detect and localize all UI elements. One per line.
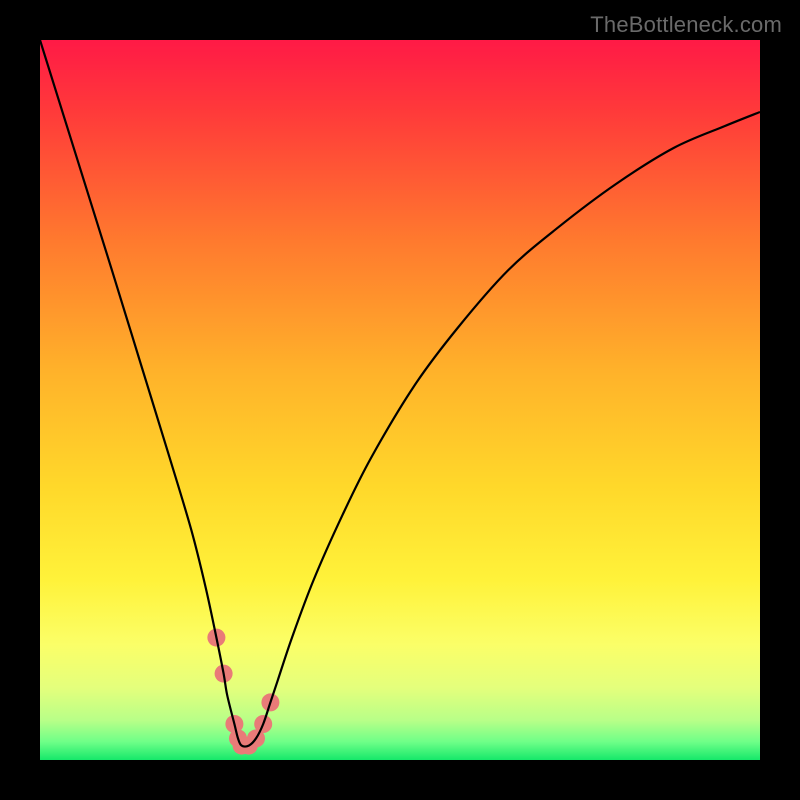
gradient-background (40, 40, 760, 760)
chart-svg (40, 40, 760, 760)
chart-frame: TheBottleneck.com (0, 0, 800, 800)
plot-area (40, 40, 760, 760)
watermark-text: TheBottleneck.com (590, 12, 782, 38)
